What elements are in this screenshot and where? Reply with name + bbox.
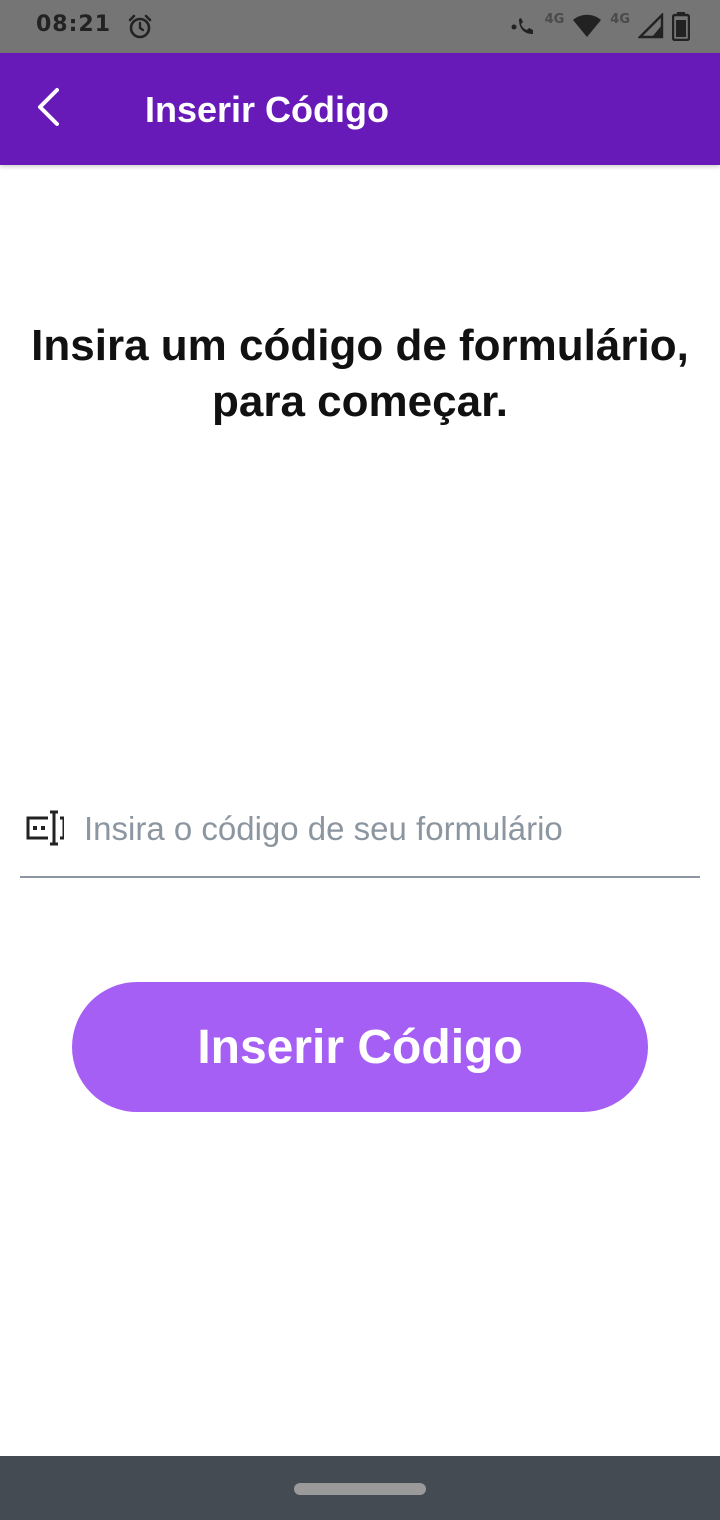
code-input[interactable] bbox=[84, 804, 684, 854]
status-time: 08:21 bbox=[36, 12, 112, 37]
network-label: 4G bbox=[544, 11, 565, 27]
status-bar: 08:21 4G 4G bbox=[0, 0, 720, 53]
wifi-icon bbox=[572, 14, 602, 38]
chevron-left-icon bbox=[33, 86, 63, 133]
back-button[interactable] bbox=[22, 83, 74, 135]
headline-line-2: para começar. bbox=[212, 377, 508, 426]
page-title: Inserir Código bbox=[145, 89, 390, 130]
signal-icon bbox=[638, 13, 664, 39]
call-icon bbox=[511, 13, 537, 39]
home-handle[interactable] bbox=[294, 1483, 426, 1495]
network-label: 4G bbox=[610, 11, 630, 27]
code-input-field[interactable] bbox=[20, 790, 700, 878]
headline-line-1: Insira um código de formulário, bbox=[31, 321, 689, 370]
navigation-bar bbox=[0, 1456, 720, 1520]
battery-icon bbox=[672, 11, 690, 41]
alarm-icon bbox=[126, 13, 154, 41]
app-bar: Inserir Código bbox=[0, 53, 720, 165]
form-code-icon bbox=[24, 808, 66, 848]
instruction-headline: Insira um código de formulário, para com… bbox=[0, 318, 720, 430]
status-icons: 4G 4G bbox=[511, 10, 690, 42]
insert-code-button[interactable]: Inserir Código bbox=[72, 982, 648, 1112]
